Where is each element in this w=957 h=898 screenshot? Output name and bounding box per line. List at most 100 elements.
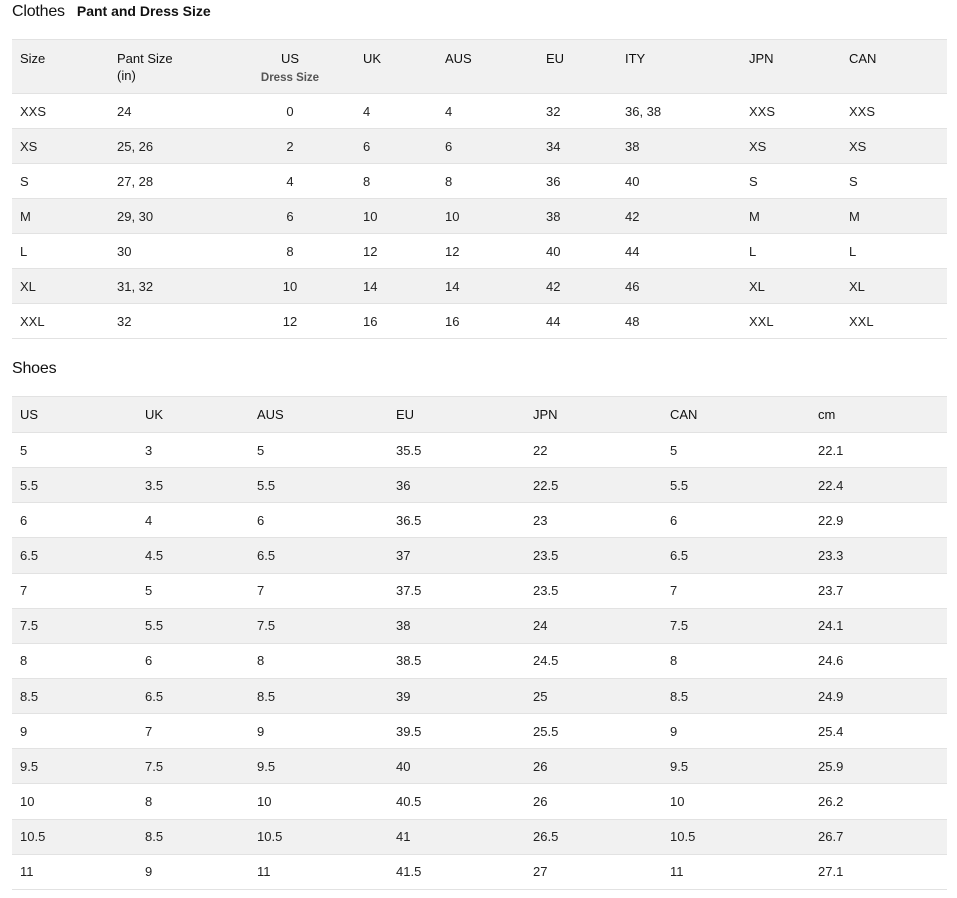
- shoes-cell: 5: [249, 432, 388, 469]
- clothes-title: Clothes: [12, 3, 65, 20]
- shoes-header-aus: AUS: [249, 396, 388, 433]
- shoes-cell: 23.3: [810, 537, 947, 574]
- shoes-cell: 11: [249, 854, 388, 890]
- shoes-cell: 22.1: [810, 432, 947, 469]
- shoes-table-row: 8.5 6.5 8.5 39 25 8.5 24.9: [12, 678, 947, 715]
- shoes-cell: 9.5: [12, 748, 137, 785]
- clothes-cell: 44: [617, 233, 741, 269]
- shoes-cell: 22.9: [810, 502, 947, 539]
- shoes-table-row: 8 6 8 38.5 24.5 8 24.6: [12, 643, 947, 679]
- clothes-cell: 4: [437, 93, 538, 129]
- clothes-cell: XL: [741, 268, 841, 304]
- shoes-cell: 24.9: [810, 678, 947, 715]
- shoes-table-row: 9.5 7.5 9.5 40 26 9.5 25.9: [12, 748, 947, 785]
- shoes-header-can: CAN: [662, 396, 810, 433]
- clothes-cell: XXL: [741, 303, 841, 339]
- shoes-table-row: 10.5 8.5 10.5 41 26.5 10.5 26.7: [12, 819, 947, 855]
- shoes-cell: 9: [249, 713, 388, 750]
- shoes-cell: 5.5: [137, 608, 249, 644]
- clothes-table-row: XXL 32 12 16 16 44 48 XXL XXL: [12, 303, 947, 339]
- shoes-cell: 25.4: [810, 713, 947, 750]
- clothes-cell: 10: [255, 268, 355, 304]
- header-pant-size: Pant Size (in): [109, 39, 255, 94]
- clothes-table-row: XXS 24 0 4 4 32 36, 38 XXS XXS: [12, 93, 947, 129]
- shoes-cell: 40.5: [388, 783, 525, 820]
- shoes-cell: 9: [137, 854, 249, 890]
- clothes-table-row: L 30 8 12 12 40 44 L L: [12, 233, 947, 269]
- shoes-cell: 4: [137, 502, 249, 539]
- clothes-cell: 25, 26: [109, 128, 255, 164]
- clothes-cell: XXL: [12, 303, 109, 339]
- clothes-subtitle: Pant and Dress Size: [76, 3, 211, 19]
- shoes-cell: 40: [388, 748, 525, 785]
- shoes-cell: 23.7: [810, 573, 947, 609]
- clothes-cell: XS: [741, 128, 841, 164]
- shoes-cell: 24.6: [810, 643, 947, 679]
- clothes-cell: 36: [538, 163, 617, 199]
- clothes-cell: S: [741, 163, 841, 199]
- clothes-table-row: XL 31, 32 10 14 14 42 46 XL XL: [12, 268, 947, 304]
- shoes-cell: 35.5: [388, 432, 525, 469]
- clothes-cell: 24: [109, 93, 255, 129]
- shoes-cell: 26.5: [525, 819, 662, 855]
- shoes-cell: 22.5: [525, 467, 662, 504]
- shoes-header-row: US UK AUS EU JPN CAN cm: [12, 396, 947, 433]
- clothes-cell: 40: [617, 163, 741, 199]
- shoes-table-row: 5.5 3.5 5.5 36 22.5 5.5 22.4: [12, 467, 947, 504]
- shoes-cell: 38: [388, 608, 525, 644]
- clothes-cell: XL: [12, 268, 109, 304]
- shoes-cell: 10.5: [12, 819, 137, 855]
- clothes-cell: 27, 28: [109, 163, 255, 199]
- shoes-cell: 26.7: [810, 819, 947, 855]
- shoes-cell: 26.2: [810, 783, 947, 820]
- shoes-cell: 5.5: [662, 467, 810, 504]
- shoes-header-us: US: [12, 396, 137, 433]
- shoes-cell: 6: [249, 502, 388, 539]
- shoes-cell: 23.5: [525, 573, 662, 609]
- shoes-cell: 6.5: [137, 678, 249, 715]
- shoes-cell: 39.5: [388, 713, 525, 750]
- header-uk: UK: [355, 39, 437, 94]
- clothes-cell: 31, 32: [109, 268, 255, 304]
- shoes-cell: 9.5: [662, 748, 810, 785]
- shoes-cell: 7.5: [12, 608, 137, 644]
- shoes-cell: 24.5: [525, 643, 662, 679]
- shoes-cell: 7: [662, 573, 810, 609]
- shoes-cell: 6: [662, 502, 810, 539]
- clothes-table-row: XS 25, 26 2 6 6 34 38 XS XS: [12, 128, 947, 164]
- header-pant-size-label: Pant Size: [117, 51, 173, 66]
- shoes-table-row: 7 5 7 37.5 23.5 7 23.7: [12, 573, 947, 609]
- shoes-cell: 37.5: [388, 573, 525, 609]
- clothes-cell: 8: [255, 233, 355, 269]
- shoes-cell: 26: [525, 783, 662, 820]
- shoes-cell: 9: [12, 713, 137, 750]
- header-can: CAN: [841, 39, 947, 94]
- shoes-cell: 25.9: [810, 748, 947, 785]
- shoes-cell: 41.5: [388, 854, 525, 890]
- clothes-cell: 16: [437, 303, 538, 339]
- clothes-heading: Clothes Pant and Dress Size: [12, 3, 211, 21]
- shoes-table-row: 6 4 6 36.5 23 6 22.9: [12, 502, 947, 539]
- shoes-cell: 10: [12, 783, 137, 820]
- clothes-cell: 32: [109, 303, 255, 339]
- shoes-cell: 8: [12, 643, 137, 679]
- shoes-cell: 8.5: [12, 678, 137, 715]
- header-ity: ITY: [617, 39, 741, 94]
- shoes-cell: 6.5: [12, 537, 137, 574]
- header-us-dress-size: Dress Size: [260, 72, 320, 84]
- shoes-cell: 8: [137, 783, 249, 820]
- shoes-cell: 7: [249, 573, 388, 609]
- shoes-size-table: US UK AUS EU JPN CAN cm 5 3 5 35.5 22 5 22.1 5.5 3.5 5.…: [12, 396, 947, 890]
- shoes-header-jpn: JPN: [525, 396, 662, 433]
- shoes-cell: 3: [137, 432, 249, 469]
- shoes-cell: 24.1: [810, 608, 947, 644]
- shoes-cell: 5: [12, 432, 137, 469]
- clothes-table-row: M 29, 30 6 10 10 38 42 M M: [12, 198, 947, 234]
- shoes-cell: 37: [388, 537, 525, 574]
- shoes-cell: 41: [388, 819, 525, 855]
- shoes-cell: 25.5: [525, 713, 662, 750]
- clothes-cell: 30: [109, 233, 255, 269]
- shoes-cell: 6.5: [249, 537, 388, 574]
- header-pant-unit: (in): [117, 68, 136, 83]
- shoes-cell: 27: [525, 854, 662, 890]
